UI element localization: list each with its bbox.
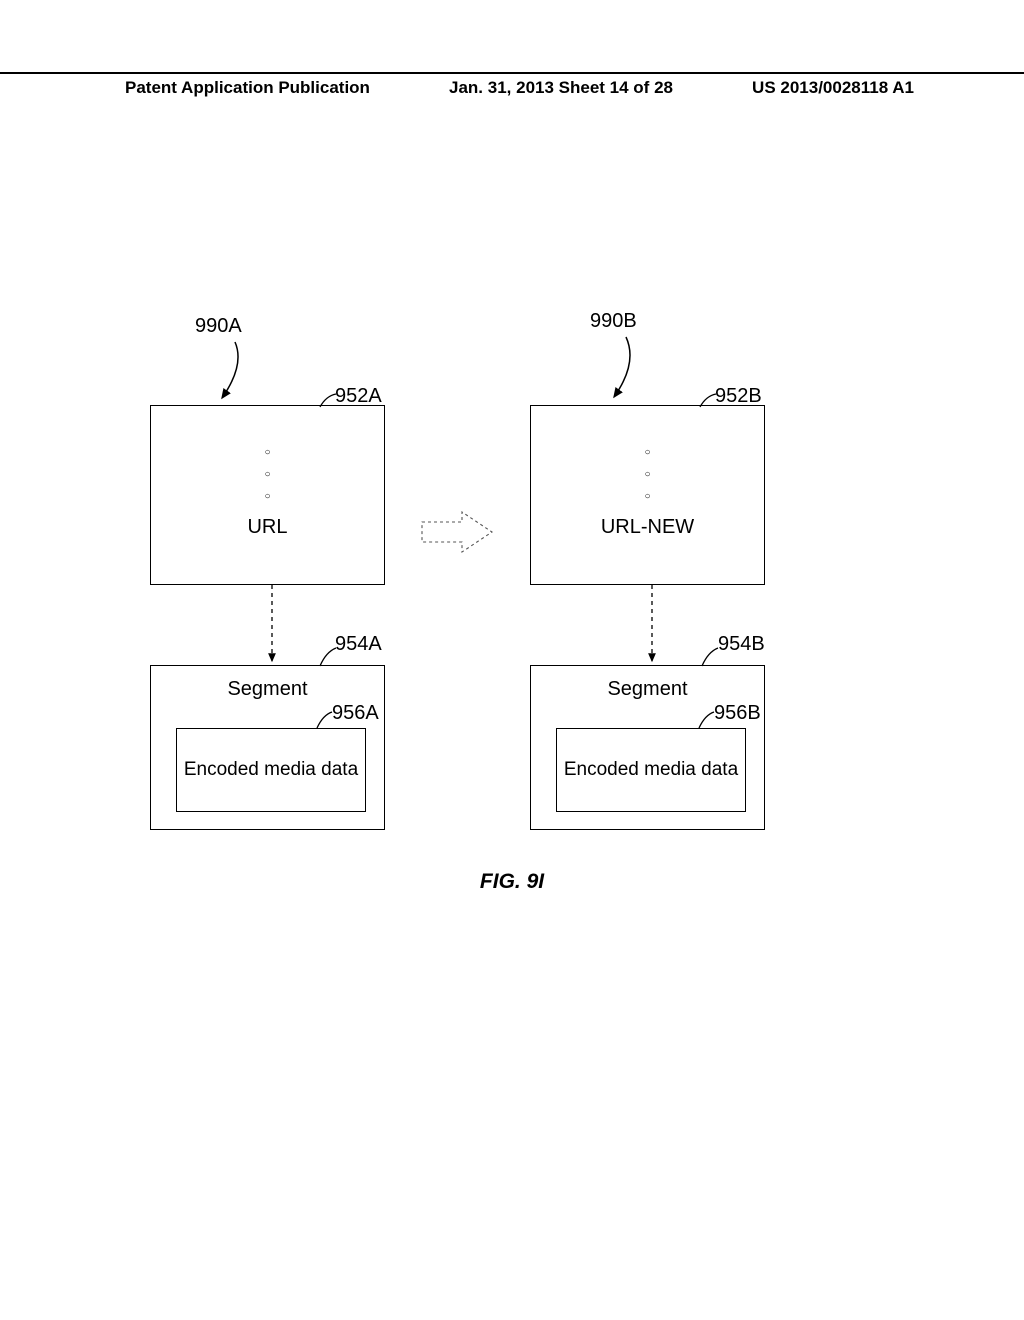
ellipsis-dots: ○○○ (151, 442, 384, 508)
segment-title-b: Segment (531, 678, 764, 701)
dashed-arrow-b (644, 585, 660, 667)
transform-arrow-icon (418, 508, 498, 556)
segment-box-b: Segment Encoded media data (530, 665, 765, 830)
dashed-arrow-a (264, 585, 280, 667)
figure-caption: FIG. 9I (0, 870, 1024, 894)
url-a-text: URL (151, 516, 384, 539)
label-956a: 956A (332, 702, 379, 725)
label-952a: 952A (335, 385, 382, 408)
segment-title-a: Segment (151, 678, 384, 701)
label-954b: 954B (718, 633, 765, 656)
encoded-box-b: Encoded media data (556, 728, 746, 812)
leader-990b (608, 335, 668, 407)
url-box-b: ○○○ URL-NEW (530, 405, 765, 585)
label-956b: 956B (714, 702, 761, 725)
ellipsis-dots: ○○○ (531, 442, 764, 508)
label-990b: 990B (590, 310, 637, 333)
diagram-stage: ○○○ URL ○○○ URL-NEW Segment Encoded medi… (0, 0, 1024, 1320)
encoded-box-a: Encoded media data (176, 728, 366, 812)
label-952b: 952B (715, 385, 762, 408)
encoded-text-b: Encoded media data (564, 758, 738, 782)
url-b-text: URL-NEW (531, 516, 764, 539)
leader-990a (210, 340, 270, 410)
label-954a: 954A (335, 633, 382, 656)
label-990a: 990A (195, 315, 242, 338)
encoded-text-a: Encoded media data (184, 758, 358, 782)
segment-box-a: Segment Encoded media data (150, 665, 385, 830)
url-box-a: ○○○ URL (150, 405, 385, 585)
